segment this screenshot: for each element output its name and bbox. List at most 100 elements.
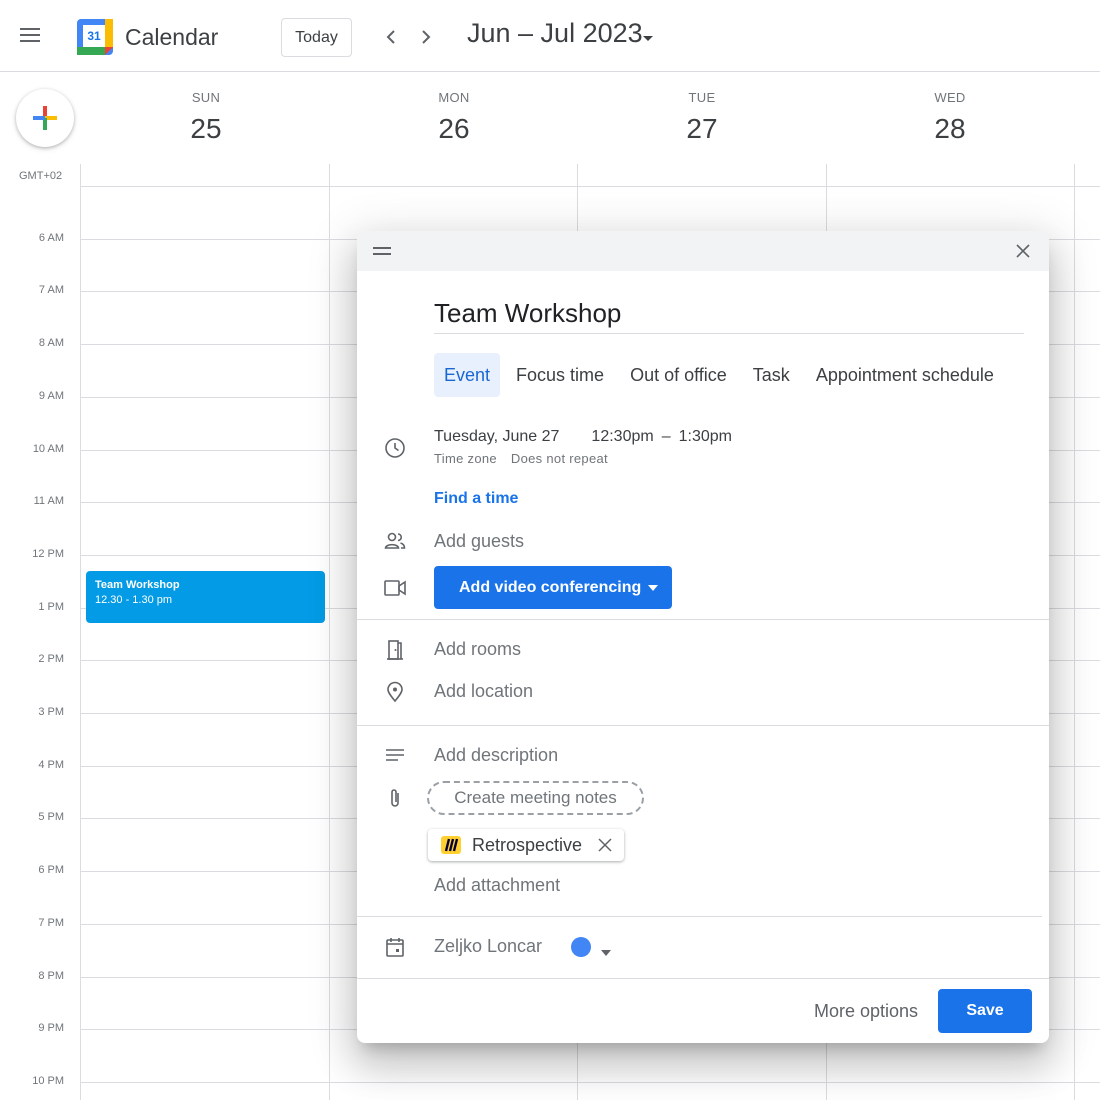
hour-label: 3 PM xyxy=(38,706,64,718)
chevron-left-icon[interactable] xyxy=(378,24,404,50)
remove-attachment-icon[interactable] xyxy=(597,837,613,853)
tab-task[interactable]: Task xyxy=(743,353,800,397)
grid-column-line xyxy=(80,164,81,1100)
hour-line xyxy=(80,186,1100,187)
day-number[interactable]: 27 xyxy=(578,113,826,145)
timezone-label: GMT+02 xyxy=(19,170,63,182)
today-button[interactable]: Today xyxy=(281,18,352,57)
day-number[interactable]: 26 xyxy=(330,113,578,145)
calendar-owner[interactable]: Zeljko Loncar xyxy=(434,936,542,957)
caret-down-icon[interactable] xyxy=(601,943,611,956)
section-divider xyxy=(357,978,1049,979)
section-divider xyxy=(357,725,1049,726)
grid-column-line xyxy=(1074,164,1075,1100)
hour-label: 8 PM xyxy=(38,970,64,982)
logo-day-number: 31 xyxy=(87,29,101,43)
tab-focus-time[interactable]: Focus time xyxy=(506,353,614,397)
more-options-button[interactable]: More options xyxy=(814,1001,918,1022)
hour-label: 1 PM xyxy=(38,601,64,613)
end-time[interactable]: 1:30pm xyxy=(679,428,732,445)
event-type-tabs: Event Focus time Out of office Task Appo… xyxy=(434,353,1010,397)
hour-label: 10 PM xyxy=(32,1075,64,1087)
app-title: Calendar xyxy=(125,24,219,50)
hour-label: 11 AM xyxy=(33,495,64,507)
calendar-event-block[interactable]: Team Workshop 12.30 - 1.30 pm xyxy=(86,571,325,623)
time-separator: – xyxy=(661,428,671,445)
tab-out-of-office[interactable]: Out of office xyxy=(620,353,737,397)
day-number[interactable]: 28 xyxy=(826,113,1074,145)
hour-label: 5 PM xyxy=(38,811,64,823)
drag-handle-icon[interactable] xyxy=(373,247,391,257)
attachment-chip-label: Retrospective xyxy=(472,835,583,855)
hour-label: 10 AM xyxy=(32,443,64,455)
create-meeting-notes-button[interactable]: Create meeting notes xyxy=(427,781,644,815)
day-name: MON xyxy=(438,90,470,105)
date-time-line[interactable]: Tuesday, June 27 12:30pm –1:30pm xyxy=(434,428,732,446)
clock-icon xyxy=(383,436,407,460)
day-header-wed[interactable]: WED 28 xyxy=(826,90,1074,145)
event-block-time: 12.30 - 1.30 pm xyxy=(95,594,173,606)
top-bar: 31 Calendar Today Jun – Jul 2023 xyxy=(0,0,1100,72)
attachment-chip[interactable]: Retrospective xyxy=(428,829,624,861)
start-time[interactable]: 12:30pm xyxy=(591,428,653,445)
hour-label: 7 AM xyxy=(38,284,64,296)
hour-label: 6 PM xyxy=(38,864,64,876)
dialog-drag-bar[interactable] xyxy=(357,231,1049,271)
add-location-field[interactable]: Add location xyxy=(434,681,533,702)
hour-label: 4 PM xyxy=(38,759,64,771)
hour-label: 2 PM xyxy=(38,653,64,665)
day-number[interactable]: 25 xyxy=(82,113,330,145)
time-zone-link[interactable]: Time zone xyxy=(434,451,497,466)
day-name: WED xyxy=(934,90,966,105)
paperclip-icon xyxy=(383,787,407,811)
hour-label: 7 PM xyxy=(38,917,64,929)
section-divider xyxy=(357,916,1042,917)
hour-label: 8 AM xyxy=(38,337,64,349)
plus-icon xyxy=(33,106,57,130)
create-button[interactable] xyxy=(16,89,74,147)
find-a-time-link[interactable]: Find a time xyxy=(434,490,518,508)
add-guests-field[interactable]: Add guests xyxy=(434,531,524,552)
calendar-icon xyxy=(383,935,407,959)
day-header-mon[interactable]: MON 26 xyxy=(330,90,578,145)
event-date[interactable]: Tuesday, June 27 xyxy=(434,428,559,445)
description-icon xyxy=(383,744,407,768)
main-menu-icon[interactable] xyxy=(18,24,46,48)
caret-down-icon[interactable] xyxy=(641,30,655,41)
date-range-title: Jun – Jul 2023 xyxy=(467,18,643,48)
hour-label: 6 AM xyxy=(38,232,64,244)
calendar-logo-icon: 31 xyxy=(77,19,113,55)
tab-appointment-schedule[interactable]: Appointment schedule xyxy=(806,353,1004,397)
video-button-label: Add video conferencing xyxy=(459,579,642,596)
add-video-conferencing-button[interactable]: Add video conferencing xyxy=(434,566,672,609)
hour-label: 12 PM xyxy=(32,548,64,560)
add-rooms-field[interactable]: Add rooms xyxy=(434,639,521,660)
day-header-sun[interactable]: SUN 25 xyxy=(82,90,330,145)
hour-label: 9 AM xyxy=(38,390,64,402)
door-icon xyxy=(383,638,407,662)
event-block-title: Team Workshop xyxy=(95,579,180,591)
event-editor-dialog: Event Focus time Out of office Task Appo… xyxy=(357,231,1049,1043)
day-header-tue[interactable]: TUE 27 xyxy=(578,90,826,145)
event-color-picker[interactable] xyxy=(571,937,591,957)
video-camera-icon xyxy=(383,576,407,600)
add-description-field[interactable]: Add description xyxy=(434,745,558,766)
miro-logo-icon xyxy=(441,836,461,854)
people-icon xyxy=(383,529,407,553)
tab-event[interactable]: Event xyxy=(434,353,501,397)
day-name: SUN xyxy=(191,90,221,105)
grid-column-line xyxy=(329,164,330,1100)
repeat-selector[interactable]: Does not repeat xyxy=(511,451,608,466)
section-divider xyxy=(357,619,1049,620)
hour-line xyxy=(80,1082,1100,1083)
location-pin-icon xyxy=(383,680,407,704)
time-options: Time zone Does not repeat xyxy=(434,451,608,466)
event-title-input[interactable] xyxy=(434,294,1024,334)
caret-down-icon[interactable] xyxy=(648,585,658,591)
close-icon[interactable] xyxy=(1015,243,1031,259)
save-button[interactable]: Save xyxy=(938,989,1032,1033)
hour-label: 9 PM xyxy=(38,1022,64,1034)
day-name: TUE xyxy=(688,90,716,105)
chevron-right-icon[interactable] xyxy=(413,24,439,50)
add-attachment-link[interactable]: Add attachment xyxy=(434,875,560,896)
